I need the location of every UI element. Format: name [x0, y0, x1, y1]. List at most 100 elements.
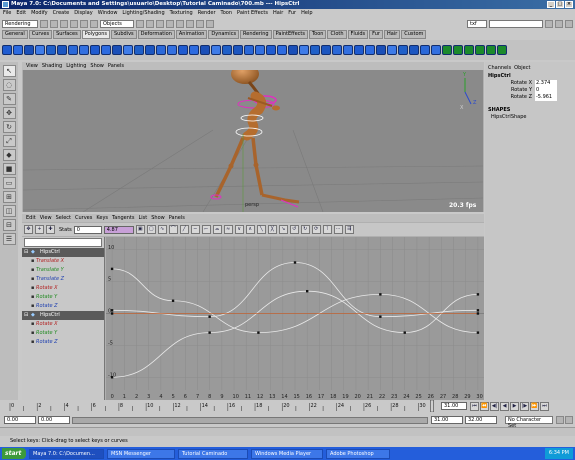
- polygon-tool-icon[interactable]: [13, 45, 23, 55]
- move-tool-icon[interactable]: ✥: [2, 107, 16, 119]
- taskbar-task-tutorial-caminado[interactable]: Tutorial Caminado: [178, 448, 248, 459]
- channel-box-object-name[interactable]: HipsCtrl: [485, 72, 575, 80]
- outliner-channel[interactable]: ▪ Translate Z: [22, 275, 104, 284]
- minimize-button[interactable]: _: [547, 1, 555, 8]
- current-time-field[interactable]: 31.00: [441, 402, 467, 410]
- curve-key[interactable]: [476, 309, 480, 312]
- key-ticks-icon[interactable]: ⊺: [322, 225, 332, 234]
- play-backwards-icon[interactable]: ◀: [500, 402, 509, 411]
- curve-key[interactable]: [476, 293, 480, 296]
- polygon-tool-icon[interactable]: [68, 45, 78, 55]
- close-button[interactable]: ×: [565, 1, 573, 8]
- outliner-channel[interactable]: ▪ Rotate X: [22, 320, 104, 329]
- curve-key[interactable]: [208, 331, 211, 334]
- history-icon[interactable]: [176, 19, 184, 28]
- polygon-tool-icon[interactable]: [288, 45, 298, 55]
- outliner-filter-field[interactable]: [24, 238, 102, 247]
- menu-fur[interactable]: Fur: [288, 10, 296, 17]
- object-menu[interactable]: Object: [514, 65, 530, 71]
- polygon-tool-icon[interactable]: [277, 45, 287, 55]
- channel-row[interactable]: Rotate Y0: [485, 87, 575, 94]
- range-end-field[interactable]: 31.00: [431, 416, 463, 424]
- graph-menu-edit[interactable]: Edit: [26, 215, 36, 221]
- polygon-tool-icon[interactable]: [365, 45, 375, 55]
- shelf-tab-painteffects[interactable]: PaintEffects: [272, 30, 308, 39]
- polygon-tool-icon[interactable]: [409, 45, 419, 55]
- manipulator-tool-icon[interactable]: ◆: [2, 149, 16, 161]
- graph-menu-list[interactable]: List: [138, 215, 147, 221]
- outliner-channel[interactable]: ▪ Rotate Y: [22, 329, 104, 338]
- menu-window[interactable]: Window: [98, 10, 118, 17]
- viewport-menu-lighting[interactable]: Lighting: [66, 63, 86, 69]
- rotate-tool-icon[interactable]: ↻: [2, 121, 16, 133]
- polygon-tool-icon[interactable]: [453, 45, 463, 55]
- ipr-render-icon[interactable]: [196, 19, 204, 28]
- polygon-tool-icon[interactable]: [189, 45, 199, 55]
- shelf-tab-rendering[interactable]: Rendering: [240, 30, 272, 39]
- menu-paint-effects[interactable]: Paint Effects: [237, 10, 268, 17]
- new-scene-icon[interactable]: [40, 19, 48, 28]
- menu-set-dropdown[interactable]: Rendering: [2, 19, 38, 28]
- shelf-tab-curves[interactable]: Curves: [28, 30, 53, 39]
- polygon-tool-icon[interactable]: [266, 45, 276, 55]
- command-field[interactable]: [489, 19, 543, 28]
- polygon-tool-icon[interactable]: [420, 45, 430, 55]
- graph-menu-panels[interactable]: Panels: [169, 215, 185, 221]
- graph-menu-show[interactable]: Show: [151, 215, 165, 221]
- polygon-tool-icon[interactable]: [354, 45, 364, 55]
- menu-modify[interactable]: Modify: [31, 10, 48, 17]
- time-slider-ruler[interactable]: 0 2 4 6 8 10 12 14 16 18 20 22 24 26 28 30: [0, 400, 440, 412]
- select-component-icon[interactable]: [90, 19, 98, 28]
- render-globals-icon[interactable]: [206, 19, 214, 28]
- outliner-node[interactable]: ⊟ ◆ HipsCtrl: [22, 311, 104, 320]
- outliner-node[interactable]: ⊟ ◆ HipsCtrl: [22, 248, 104, 257]
- outliner-channel[interactable]: ▪ Rotate Z: [22, 302, 104, 311]
- shelf-tab-fur[interactable]: Fur: [369, 30, 383, 39]
- plateau-tangent-icon[interactable]: ⌓: [212, 225, 222, 234]
- viewport-menu-view[interactable]: View: [26, 63, 38, 69]
- curve-key[interactable]: [476, 312, 480, 315]
- menu-hair[interactable]: Hair: [273, 10, 283, 17]
- channel-value[interactable]: 2.374: [535, 80, 557, 87]
- shape-name[interactable]: HipsCtrlShape: [485, 113, 575, 121]
- selection-mode-dropdown[interactable]: Objects: [100, 19, 134, 28]
- polygon-tool-icon[interactable]: [255, 45, 265, 55]
- frame-all-icon[interactable]: ▣: [135, 225, 145, 234]
- curve-key[interactable]: [293, 261, 297, 264]
- curve-key[interactable]: [379, 315, 382, 318]
- add-keys-icon[interactable]: ✚: [46, 225, 55, 234]
- outliner-channel[interactable]: ▪ Rotate Y: [22, 293, 104, 302]
- free-tangent-weight-icon[interactable]: ╲: [256, 225, 266, 234]
- polygon-tool-icon[interactable]: [35, 45, 45, 55]
- curve-graph[interactable]: 10 5 0 -5 -10 0 1 2 3 4 5 6 7 8 9 10 11 12 13 14 15 16 17 18 19 2…: [106, 237, 484, 400]
- shelf-tab-general[interactable]: General: [2, 30, 28, 39]
- polygon-tool-icon[interactable]: [497, 45, 507, 55]
- curve-key[interactable]: [403, 331, 406, 334]
- command-line[interactable]: [0, 427, 575, 436]
- menu-texturing[interactable]: Texturing: [170, 10, 193, 17]
- polygon-tool-icon[interactable]: [101, 45, 111, 55]
- polygon-tool-icon[interactable]: [299, 45, 309, 55]
- taskbar-task-maya-7-0-c-documen[interactable]: Maya 7.0: C:\Documen...: [29, 448, 104, 459]
- trax-icon[interactable]: ⇶: [344, 225, 354, 234]
- polygon-tool-icon[interactable]: [222, 45, 232, 55]
- move-keys-icon[interactable]: ✥: [24, 225, 33, 234]
- tool-settings-toggle-icon[interactable]: [565, 19, 573, 28]
- polygon-tool-icon[interactable]: [90, 45, 100, 55]
- graph-menu-select[interactable]: Select: [56, 215, 71, 221]
- polygon-tool-icon[interactable]: [442, 45, 452, 55]
- select-object-icon[interactable]: [80, 19, 88, 28]
- curve-key[interactable]: [110, 309, 114, 312]
- channel-row[interactable]: Rotate Z -5.961: [485, 94, 575, 101]
- lasso-tool-icon[interactable]: ◌: [2, 79, 16, 91]
- channel-value[interactable]: 0: [535, 87, 557, 94]
- start-button[interactable]: start: [2, 448, 26, 459]
- polygon-tool-icon[interactable]: [112, 45, 122, 55]
- lock-tangent-weight-icon[interactable]: ╳: [267, 225, 277, 234]
- weighted-tangents-icon[interactable]: ↘: [278, 225, 288, 234]
- polygon-tool-icon[interactable]: [178, 45, 188, 55]
- polygon-tool-icon[interactable]: [387, 45, 397, 55]
- select-tool-icon[interactable]: ↖: [2, 65, 16, 77]
- perspective-viewport[interactable]: Y Z X persp 20.3 fps: [22, 64, 484, 213]
- menu-lighting-shading[interactable]: Lighting/Shading: [122, 10, 164, 17]
